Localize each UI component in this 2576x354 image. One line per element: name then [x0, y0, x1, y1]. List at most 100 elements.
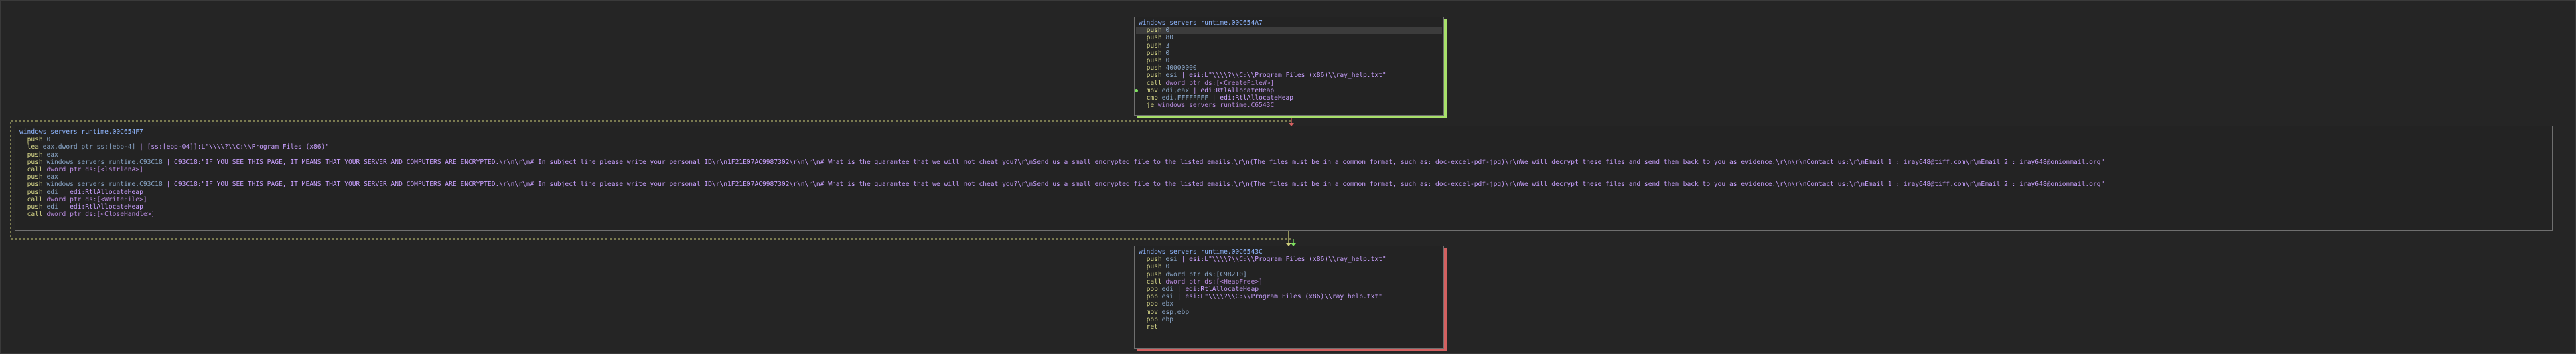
- instruction-row[interactable]: push esi | esi:L"\\\\?\\C:\\Program File…: [1139, 72, 1439, 79]
- instruction-row[interactable]: push 3: [1139, 42, 1439, 50]
- instruction-row[interactable]: push 40000000: [1139, 64, 1439, 72]
- operand: eax: [46, 173, 58, 181]
- mnemonic: push: [27, 136, 43, 144]
- mnemonic: call: [1146, 278, 1162, 286]
- mnemonic: push: [1146, 72, 1162, 80]
- operand: eax,dword ptr ss:[ebp-4]: [42, 143, 136, 151]
- operand: edi: [1161, 285, 1173, 293]
- comment: | esi:L"\\\\?\\C:\\Program Files (x86)\\…: [1177, 72, 1386, 80]
- mnemonic: ret: [1146, 323, 1158, 331]
- instruction-row[interactable]: push eax: [19, 173, 2548, 181]
- operand: dword ptr ds:[<HeapFree>]: [1165, 278, 1263, 286]
- operand: ebx: [1161, 300, 1173, 308]
- operand: esi: [1165, 256, 1177, 264]
- operand: 0: [1165, 56, 1170, 64]
- mnemonic: push: [27, 151, 43, 159]
- operand: dword ptr ds:[C9B210]: [1165, 270, 1247, 278]
- mnemonic: push: [1146, 263, 1162, 271]
- instruction-row[interactable]: pop esi | esi:L"\\\\?\\C:\\Program Files…: [1139, 293, 1439, 300]
- instruction-row[interactable]: pop ebx: [1139, 300, 1439, 308]
- mnemonic: push: [1146, 270, 1162, 278]
- instruction-row[interactable]: call dword ptr ds:[<CreateFileW>]: [1139, 80, 1439, 87]
- instruction-row[interactable]: push windows servers runtime.C93C18 | C9…: [19, 181, 2548, 188]
- mnemonic: pop: [1146, 300, 1158, 308]
- operand: edi,eax: [1161, 86, 1190, 94]
- block-title: windows servers runtime.00C6543C: [1139, 248, 1263, 256]
- instruction-row[interactable]: call dword ptr ds:[<lstrlenA>]: [19, 166, 2548, 173]
- block-title: windows servers runtime.00C654A7: [1139, 19, 1263, 27]
- comment: | edi:RtlAllocateHeap: [1173, 285, 1259, 293]
- instruction-row[interactable]: push 0: [19, 136, 2548, 143]
- operand: windows servers runtime.C6543C: [1157, 102, 1275, 110]
- instruction-row[interactable]: push 0: [1139, 50, 1439, 57]
- instruction-row[interactable]: pop ebp: [1139, 316, 1439, 323]
- comment: | esi:L"\\\\?\\C:\\Program Files (x86)\\…: [1173, 293, 1382, 301]
- operand: 40000000: [1165, 64, 1197, 72]
- mnemonic: call: [27, 195, 43, 203]
- instruction-row[interactable]: lea eax,dword ptr ss:[ebp-4] | [ss:[ebp-…: [19, 143, 2548, 151]
- operand: 0: [1165, 49, 1170, 57]
- mnemonic: push: [1146, 56, 1162, 64]
- operand: esp,ebp: [1161, 308, 1190, 316]
- instruction-row[interactable]: call dword ptr ds:[<HeapFree>]: [1139, 278, 1439, 286]
- instruction-row[interactable]: push 80: [1139, 34, 1439, 41]
- comment: | edi:RtlAllocateHeap: [1189, 86, 1275, 94]
- instruction-row[interactable]: push dword ptr ds:[C9B210]: [1139, 271, 1439, 278]
- operand: edi,FFFFFFFF: [1161, 94, 1208, 102]
- operand: windows servers runtime.C93C18: [46, 158, 163, 166]
- instruction-row[interactable]: mov esp,ebp: [1139, 308, 1439, 316]
- comment: | esi:L"\\\\?\\C:\\Program Files (x86)\\…: [1177, 256, 1386, 264]
- operand: eax: [46, 151, 58, 159]
- breakpoint-dot-icon[interactable]: [1135, 88, 1138, 92]
- comment: | edi:RtlAllocateHeap: [58, 188, 143, 196]
- code-block-entry[interactable]: windows servers runtime.00C654A7 push 0 …: [1134, 17, 1444, 116]
- mnemonic: push: [27, 188, 43, 196]
- operand: esi: [1161, 293, 1173, 301]
- operand: esi: [1165, 72, 1177, 80]
- instruction-row[interactable]: push eax: [19, 151, 2548, 159]
- mnemonic: push: [1146, 41, 1162, 50]
- operand: ebp: [1161, 315, 1173, 323]
- mnemonic: call: [27, 211, 43, 219]
- mnemonic: push: [27, 203, 43, 211]
- instruction-row[interactable]: pop edi | edi:RtlAllocateHeap: [1139, 286, 1439, 293]
- mnemonic: pop: [1146, 315, 1158, 323]
- instruction-row[interactable]: ret: [1139, 323, 1439, 331]
- instruction-row[interactable]: push 0: [1139, 263, 1439, 270]
- instruction-row[interactable]: push edi | edi:RtlAllocateHeap: [19, 203, 2548, 211]
- mnemonic: push: [1146, 49, 1162, 57]
- instruction-row[interactable]: push edi | edi:RtlAllocateHeap: [19, 189, 2548, 196]
- instruction-row[interactable]: call dword ptr ds:[<CloseHandle>]: [19, 211, 2548, 218]
- mnemonic: mov: [1146, 86, 1158, 94]
- mnemonic: push: [27, 158, 43, 166]
- instruction-row[interactable]: push esi | esi:L"\\\\?\\C:\\Program File…: [1139, 256, 1439, 263]
- code-block-write-note[interactable]: windows servers runtime.00C654F7 push 0 …: [15, 126, 2553, 231]
- mnemonic: push: [27, 173, 43, 181]
- code-block-epilogue[interactable]: windows servers runtime.00C6543C push es…: [1134, 246, 1444, 349]
- mnemonic: mov: [1146, 308, 1158, 316]
- mnemonic: pop: [1146, 285, 1158, 293]
- comment: | C93C18:"IF YOU SEE THIS PAGE, IT MEANS…: [162, 158, 2105, 166]
- comment: | C93C18:"IF YOU SEE THIS PAGE, IT MEANS…: [162, 181, 2105, 189]
- operand: dword ptr ds:[<CreateFileW>]: [1165, 79, 1275, 87]
- instruction-row[interactable]: push windows servers runtime.C93C18 | C9…: [19, 159, 2548, 166]
- mnemonic: je: [1146, 102, 1155, 110]
- operand: 0: [1165, 263, 1170, 271]
- operand: windows servers runtime.C93C18: [46, 181, 163, 189]
- mnemonic: push: [1146, 34, 1162, 42]
- instruction-row[interactable]: push 0: [1139, 57, 1439, 64]
- operand: edi: [46, 203, 58, 211]
- comment: | [ss:[ebp-04]]:L"\\\\?\\C:\\Program Fil…: [135, 143, 330, 151]
- instruction-row[interactable]: je windows servers runtime.C6543C: [1139, 102, 1439, 109]
- mnemonic: pop: [1146, 293, 1158, 301]
- operand: 3: [1165, 41, 1170, 50]
- instruction-row[interactable]: push 0: [1136, 27, 1442, 35]
- operand: 0: [46, 136, 51, 144]
- instruction-row[interactable]: call dword ptr ds:[<WriteFile>]: [19, 196, 2548, 203]
- operand: 80: [1165, 34, 1174, 42]
- mnemonic: call: [27, 165, 43, 173]
- instruction-row[interactable]: cmp edi,FFFFFFFF | edi:RtlAllocateHeap: [1139, 94, 1439, 102]
- operand: dword ptr ds:[<WriteFile>]: [46, 195, 147, 203]
- mnemonic: lea: [27, 143, 39, 151]
- instruction-row[interactable]: mov edi,eax | edi:RtlAllocateHeap: [1135, 86, 1439, 94]
